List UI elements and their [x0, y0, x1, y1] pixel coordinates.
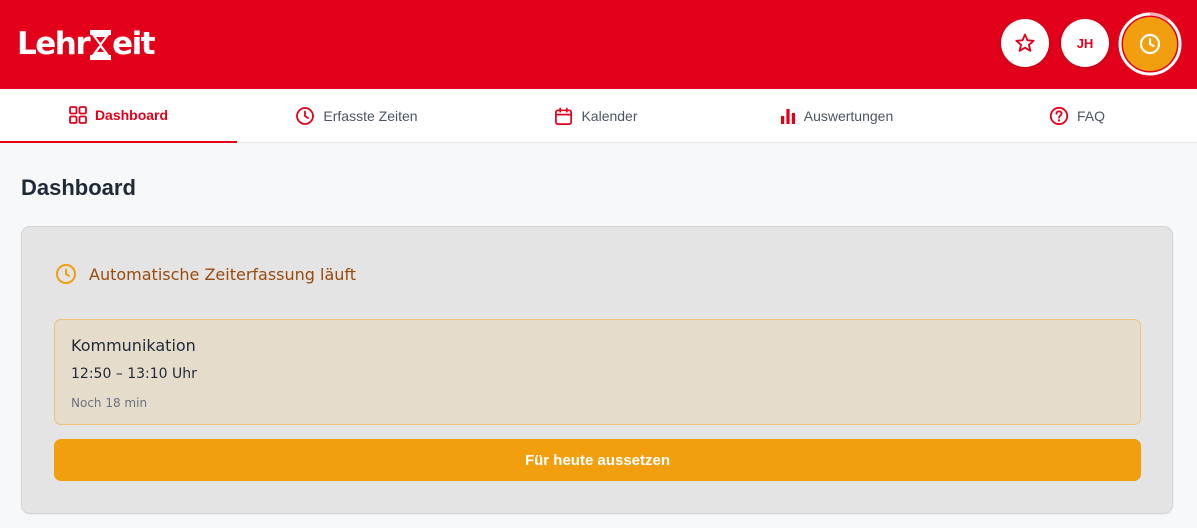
tab-label: Erfasste Zeiten	[323, 108, 418, 124]
main-nav-tabs: Dashboard Erfasste Zeiten Kalender Auswe…	[0, 89, 1197, 143]
page-title: Dashboard	[21, 175, 136, 200]
current-activity-panel: Kommunikation 12:50 – 13:10 Uhr Noch 18 …	[54, 319, 1141, 425]
activity-time-range: 12:50 – 13:10 Uhr	[71, 366, 197, 382]
dashboard-icon	[69, 106, 87, 124]
calendar-icon	[555, 107, 573, 125]
tab-label: FAQ	[1076, 108, 1105, 124]
pause-today-button[interactable]: Für heute aussetzen	[54, 439, 1141, 481]
tab-label: Kalender	[581, 108, 638, 124]
tab-label: Auswertungen	[803, 108, 894, 124]
tab-erfasste-zeiten[interactable]: Erfasste Zeiten	[237, 89, 476, 143]
tab-dashboard[interactable]: Dashboard	[0, 89, 237, 143]
app-header: Lehr eit JH	[0, 0, 1197, 89]
tab-kalender[interactable]: Kalender	[476, 89, 716, 143]
clock-icon	[296, 107, 315, 125]
logo-text-right: eit	[112, 26, 155, 62]
hourglass-z-icon	[90, 30, 112, 60]
tracking-status: Automatische Zeiterfassung läuft	[55, 263, 356, 285]
activity-remaining: Noch 18 min	[71, 396, 148, 410]
tab-faq[interactable]: FAQ	[957, 89, 1197, 143]
auto-tracking-card: Automatische Zeiterfassung läuft Kommuni…	[21, 226, 1173, 514]
timer-face	[1123, 17, 1177, 71]
tab-auswertungen[interactable]: Auswertungen	[716, 89, 957, 143]
help-icon	[1049, 106, 1069, 126]
tracking-status-text: Automatische Zeiterfassung läuft	[89, 264, 357, 284]
tab-label: Dashboard	[94, 107, 169, 123]
clock-icon	[1139, 33, 1161, 55]
favorites-button[interactable]	[1001, 19, 1049, 67]
activity-title: Kommunikation	[71, 336, 196, 355]
lehrzeit-logo[interactable]: Lehr eit	[17, 24, 156, 64]
user-avatar-button[interactable]: JH	[1061, 19, 1109, 67]
logo-text-left: Lehr	[17, 26, 91, 62]
bar-chart-icon	[780, 109, 795, 124]
star-icon	[1015, 33, 1035, 52]
clock-icon	[56, 264, 76, 284]
tracking-timer-button[interactable]	[1118, 12, 1182, 76]
